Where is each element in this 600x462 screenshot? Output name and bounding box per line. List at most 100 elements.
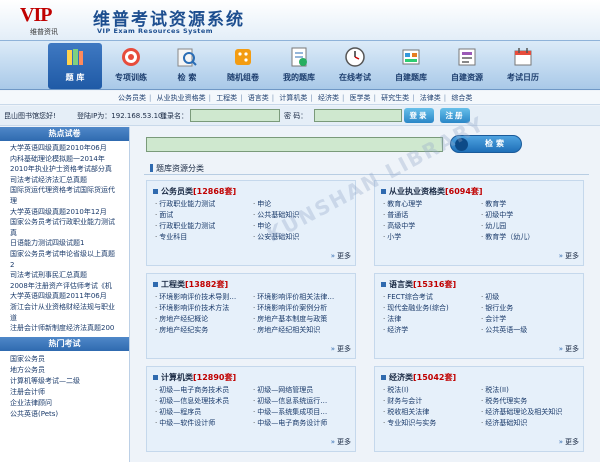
hot-paper-link[interactable]: 道 — [10, 313, 125, 324]
subnav-link-engineering[interactable]: 工程类 — [216, 94, 237, 102]
subject-link[interactable]: 专业科目 — [155, 232, 253, 242]
subject-link[interactable]: 初级中学 — [481, 210, 579, 220]
hot-exam-link[interactable]: 计算机等级考试—二级 — [10, 376, 125, 387]
password-input[interactable] — [314, 109, 402, 122]
subject-link[interactable]: 高级中学 — [383, 221, 481, 231]
more-link[interactable]: 更多 — [331, 251, 351, 261]
subject-link[interactable]: 经济学 — [383, 325, 481, 335]
subject-link[interactable]: 房地产经纪相关知识 — [253, 325, 351, 335]
nav-item-training[interactable]: 专项训练 — [104, 43, 158, 89]
hot-exam-link[interactable]: 注册会计师 — [10, 387, 125, 398]
hot-exam-link[interactable]: 地方公务员 — [10, 365, 125, 376]
subject-link[interactable]: 环境影响评价技术方法 — [155, 303, 253, 313]
subnav-link-civil-servant[interactable]: 公务员类 — [118, 94, 146, 102]
subject-link[interactable]: 初级 — [481, 292, 579, 302]
subject-link[interactable]: 法律 — [383, 314, 481, 324]
panel-heading[interactable]: 从业执业资格类[6094套] — [381, 186, 483, 197]
hot-paper-link[interactable]: 2008年注册资产评估师考试《机 — [10, 281, 125, 292]
subnav-link-medical[interactable]: 医学类 — [350, 94, 371, 102]
subject-link[interactable]: 税收相关法律 — [383, 407, 481, 417]
subject-link[interactable]: 教育学 — [481, 199, 579, 209]
nav-item-search[interactable]: 检 索 — [160, 43, 214, 89]
nav-item-library[interactable]: 题 库 — [48, 43, 102, 89]
nav-item-build-resource[interactable]: 自建资源 — [440, 43, 494, 89]
more-link[interactable]: 更多 — [559, 437, 579, 447]
hot-paper-link[interactable]: 真 — [10, 228, 125, 239]
login-button[interactable]: 登录 — [404, 108, 434, 123]
subject-link[interactable]: 环境影响评价技术导则… — [155, 292, 253, 302]
subject-link[interactable]: 房地产经纪概论 — [155, 314, 253, 324]
subnav-link-law[interactable]: 法律类 — [420, 94, 441, 102]
subject-link[interactable]: 环境影响评价相关法律… — [253, 292, 351, 302]
nav-item-random-paper[interactable]: 随机组卷 — [216, 43, 270, 89]
subject-link[interactable]: 房地产经纪实务 — [155, 325, 253, 335]
subnav-link-computer[interactable]: 计算机类 — [279, 94, 307, 102]
search-input[interactable] — [146, 137, 443, 152]
subnav-link-general[interactable]: 综合类 — [451, 94, 472, 102]
subject-link[interactable]: 税法(II) — [481, 385, 579, 395]
nav-item-build-library[interactable]: 自建题库 — [384, 43, 438, 89]
subject-link[interactable]: 经济基础知识 — [481, 418, 579, 428]
subject-link[interactable]: 税法(I) — [383, 385, 481, 395]
subject-link[interactable]: 财务与会计 — [383, 396, 481, 406]
subject-link[interactable]: 幼儿园 — [481, 221, 579, 231]
subject-link[interactable]: 税务代理实务 — [481, 396, 579, 406]
subject-link[interactable]: 现代金融业务(综合) — [383, 303, 481, 313]
hot-paper-link[interactable]: 日语能力测试四级试题1 — [10, 238, 125, 249]
panel-heading[interactable]: 公务员类[12868套] — [153, 186, 236, 197]
subject-link[interactable]: 小学 — [383, 232, 481, 242]
subnav-link-economics[interactable]: 经济类 — [318, 94, 339, 102]
hot-exam-link[interactable]: 公共英语(Pets) — [10, 409, 125, 420]
subject-link[interactable]: 银行业务 — [481, 303, 579, 313]
subject-link[interactable]: 行政职业能力测试 — [155, 199, 253, 209]
hot-paper-link[interactable]: 注册会计师新制度经济法真题200 — [10, 323, 125, 334]
subject-link[interactable]: 中级—系统集成项目… — [253, 407, 351, 417]
subject-link[interactable]: 行政职业能力测试 — [155, 221, 253, 231]
hot-paper-link[interactable]: 2 — [10, 260, 125, 271]
subnav-link-qualification[interactable]: 从业执业资格类 — [157, 94, 206, 102]
subnav-link-language[interactable]: 语言类 — [248, 94, 269, 102]
panel-heading[interactable]: 工程类[13882套] — [153, 279, 228, 290]
subject-link[interactable]: FECT综合考试 — [383, 292, 481, 302]
hot-paper-link[interactable]: 大学英语四级真题2011年06月 — [10, 291, 125, 302]
hot-paper-link[interactable]: 国际货运代理资格考试国际货运代 — [10, 185, 125, 196]
subject-link[interactable]: 初级—信息系统运行… — [253, 396, 351, 406]
hot-paper-link[interactable]: 内科基础理论模拟题一2014年 — [10, 154, 125, 165]
more-link[interactable]: 更多 — [559, 251, 579, 261]
panel-heading[interactable]: 计算机类[12890套] — [153, 372, 236, 383]
hot-paper-link[interactable]: 大学英语四级真题2010年12月 — [10, 207, 125, 218]
hot-paper-link[interactable]: 浙江会计从业资格财经法规与职业 — [10, 302, 125, 313]
subject-link[interactable]: 经济基础理论及相关知识 — [481, 407, 579, 417]
subnav-link-graduate[interactable]: 研究生类 — [381, 94, 409, 102]
hot-paper-link[interactable]: 国家公务员考试行政职业能力测试 — [10, 217, 125, 228]
more-link[interactable]: 更多 — [559, 344, 579, 354]
nav-item-calendar[interactable]: 考试日历 — [496, 43, 550, 89]
hot-paper-link[interactable]: 司法考试经济法汇总真题 — [10, 175, 125, 186]
nav-item-online-exam[interactable]: 在线考试 — [328, 43, 382, 89]
subject-link[interactable]: 中级—软件设计师 — [155, 418, 253, 428]
subject-link[interactable]: 初级—信息处理技术员 — [155, 396, 253, 406]
hot-exam-link[interactable]: 国家公务员 — [10, 354, 125, 365]
hot-paper-link[interactable]: 理 — [10, 196, 125, 207]
subject-link[interactable]: 普通话 — [383, 210, 481, 220]
panel-heading[interactable]: 语言类[15316套] — [381, 279, 456, 290]
subject-link[interactable]: 初级—网络管理员 — [253, 385, 351, 395]
subject-link[interactable]: 中级—电子商务设计师 — [253, 418, 351, 428]
more-link[interactable]: 更多 — [331, 344, 351, 354]
subject-link[interactable]: 专业知识与实务 — [383, 418, 481, 428]
username-input[interactable] — [190, 109, 280, 122]
hot-paper-link[interactable]: 大学英语四级真题2010年06月 — [10, 143, 125, 154]
subject-link[interactable]: 初级—程序员 — [155, 407, 253, 417]
vip-logo[interactable]: VIP 维普资讯 — [14, 4, 82, 36]
subject-link[interactable]: 面试 — [155, 210, 253, 220]
subject-link[interactable]: 公共英语一级 — [481, 325, 579, 335]
subject-link[interactable]: 教育学（幼儿） — [481, 232, 579, 242]
nav-item-my-library[interactable]: 我的题库 — [272, 43, 326, 89]
subject-link[interactable]: 教育心理学 — [383, 199, 481, 209]
hot-exam-link[interactable]: 企业法律顾问 — [10, 398, 125, 409]
more-link[interactable]: 更多 — [331, 437, 351, 447]
subject-link[interactable]: 环境影响评价案例分析 — [253, 303, 351, 313]
panel-heading[interactable]: 经济类[15042套] — [381, 372, 456, 383]
subject-link[interactable]: 房地产基本制度与政策 — [253, 314, 351, 324]
hot-paper-link[interactable]: 司法考试刑事民汇总真题 — [10, 270, 125, 281]
